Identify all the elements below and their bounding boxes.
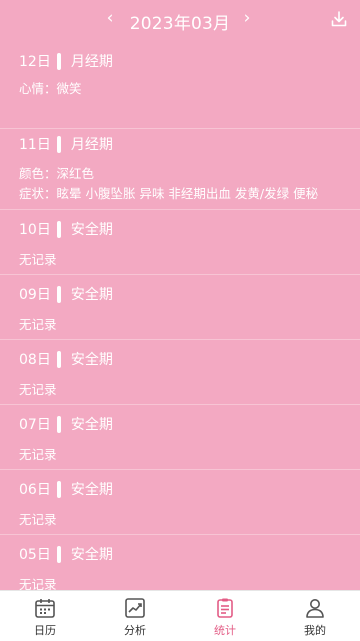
- tab-label: 统计: [214, 624, 236, 637]
- record-detail: 无记录: [19, 577, 57, 590]
- tab-analysis[interactable]: 分析: [90, 591, 180, 641]
- record-detail: 心情：微笑: [19, 81, 82, 96]
- tab-label: 分析: [124, 624, 146, 637]
- record-type: 月经期: [70, 54, 113, 70]
- record-type: 月经期: [70, 137, 113, 153]
- chart-icon: [125, 598, 145, 618]
- record-item[interactable]: 06日 安全期 无记录: [0, 470, 360, 535]
- record-item[interactable]: 12日 月经期 心情：微笑: [0, 38, 360, 129]
- month-title[interactable]: 2023年03月: [0, 9, 360, 34]
- period-marker: [56, 415, 61, 433]
- record-type: 安全期: [70, 482, 113, 498]
- record-item[interactable]: 05日 安全期 无记录: [0, 535, 360, 590]
- record-day: 07日: [19, 417, 51, 433]
- chevron-right-icon[interactable]: ›: [237, 8, 257, 28]
- record-day: 06日: [19, 482, 51, 498]
- period-marker: [56, 480, 61, 498]
- period-marker: [56, 220, 61, 238]
- record-header: 05日 安全期: [19, 544, 113, 564]
- record-detail: 颜色：深红色: [19, 166, 95, 181]
- record-detail: 无记录: [19, 447, 57, 462]
- record-type: 安全期: [70, 352, 113, 368]
- record-detail: 无记录: [19, 252, 57, 267]
- download-icon[interactable]: [330, 10, 348, 28]
- record-header: 06日 安全期: [19, 479, 113, 499]
- record-type: 安全期: [70, 222, 113, 238]
- record-item[interactable]: 08日 安全期 无记录: [0, 340, 360, 405]
- record-type: 安全期: [70, 547, 113, 563]
- record-type: 安全期: [70, 287, 113, 303]
- record-type: 安全期: [70, 417, 113, 433]
- record-day: 12日: [19, 54, 51, 70]
- record-list[interactable]: 12日 月经期 心情：微笑 11日 月经期 颜色：深红色 症状：眩晕 小腹坠胀 …: [0, 38, 360, 590]
- record-detail: 无记录: [19, 317, 57, 332]
- record-header: 12日 月经期: [19, 51, 113, 71]
- record-day: 05日: [19, 547, 51, 563]
- record-header: 11日 月经期: [19, 134, 113, 154]
- record-day: 09日: [19, 287, 51, 303]
- record-day: 10日: [19, 222, 51, 238]
- record-item[interactable]: 11日 月经期 颜色：深红色 症状：眩晕 小腹坠胀 异味 非经期出血 发黄/发绿…: [0, 129, 360, 210]
- record-detail: 无记录: [19, 382, 57, 397]
- record-item[interactable]: 09日 安全期 无记录: [0, 275, 360, 340]
- tab-calendar[interactable]: 日历: [0, 591, 90, 641]
- header-bar: ‹ 2023年03月 ›: [0, 0, 360, 38]
- period-marker: [56, 285, 61, 303]
- record-detail: 症状：眩晕 小腹坠胀 异味 非经期出血 发黄/发绿 便秘: [19, 186, 319, 201]
- period-marker: [56, 545, 61, 563]
- user-icon: [306, 599, 324, 618]
- period-marker: [56, 52, 61, 70]
- bottom-tab-bar: 日历 分析 统计 我的: [0, 590, 360, 641]
- record-day: 08日: [19, 352, 51, 368]
- record-header: 08日 安全期: [19, 349, 113, 369]
- record-detail: 无记录: [19, 512, 57, 527]
- record-day: 11日: [19, 137, 51, 153]
- tab-profile[interactable]: 我的: [270, 591, 360, 641]
- tab-label: 日历: [34, 624, 56, 637]
- record-header: 10日 安全期: [19, 219, 113, 239]
- tab-label: 我的: [304, 624, 326, 637]
- clipboard-icon: [217, 598, 233, 618]
- record-item[interactable]: 10日 安全期 无记录: [0, 210, 360, 275]
- record-item[interactable]: 07日 安全期 无记录: [0, 405, 360, 470]
- record-header: 09日 安全期: [19, 284, 113, 304]
- period-marker: [56, 135, 61, 153]
- tab-statistics[interactable]: 统计: [180, 591, 270, 641]
- record-header: 07日 安全期: [19, 414, 113, 434]
- calendar-icon: [35, 599, 55, 618]
- period-marker: [56, 350, 61, 368]
